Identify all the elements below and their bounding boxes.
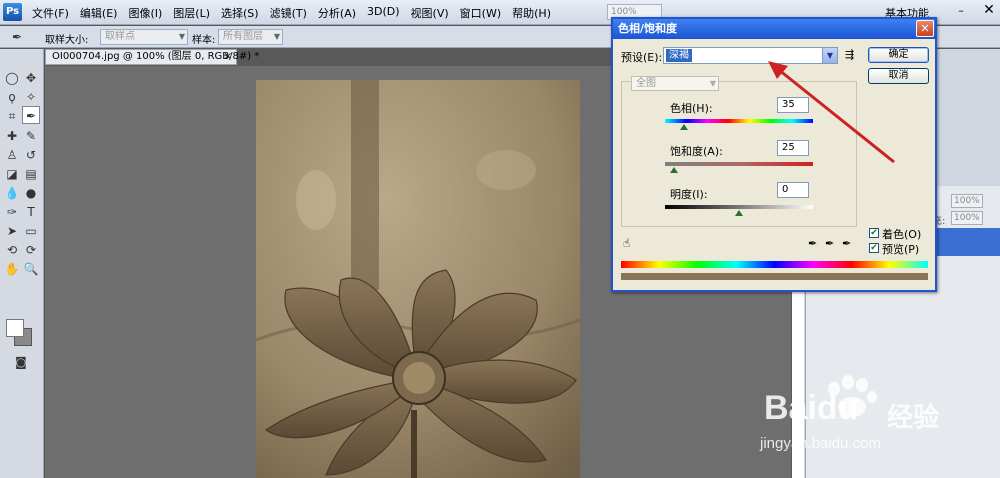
sample-select[interactable]: 所有图层 ▼ <box>218 29 283 45</box>
dialog-titlebar[interactable]: 色相/饱和度 ✕ <box>613 19 935 39</box>
channel-value: 全图 <box>636 78 656 89</box>
magic-wand-tool-icon[interactable]: ✧ <box>22 88 40 106</box>
foreground-color-swatch[interactable] <box>6 319 24 337</box>
close-dialog-icon[interactable]: ✕ <box>916 20 934 37</box>
eyedropper-tool-preset-icon[interactable]: ✒ <box>8 28 26 46</box>
photoshop-logo: Ps <box>3 3 22 21</box>
eyedropper-minus-icon[interactable]: ✒ <box>842 237 851 250</box>
crop-tool-icon[interactable]: ⌗ <box>3 107 21 125</box>
saturation-slider-thumb[interactable] <box>670 167 679 173</box>
gradient-tool-icon[interactable]: ▤ <box>22 165 40 183</box>
lasso-tool-icon[interactable]: ϙ <box>3 88 21 106</box>
lightness-slider-track[interactable] <box>665 205 813 209</box>
result-color-bar <box>621 273 928 280</box>
sample-label: 样本: <box>192 35 216 46</box>
hue-slider-thumb[interactable] <box>680 124 689 130</box>
eyedropper-plus-icon[interactable]: ✒ <box>825 237 834 250</box>
sepia-flower-photo <box>256 80 580 478</box>
menu-file[interactable]: 文件(F) <box>32 5 69 21</box>
menu-3d[interactable]: 3D(D) <box>367 5 400 21</box>
baidu-watermark: Baidu 经验 jingyan.baidu.com <box>752 367 992 467</box>
channel-select[interactable]: 全图 ▼ <box>631 76 719 91</box>
menu-layer[interactable]: 图层(L) <box>173 5 210 21</box>
document-tab[interactable]: OI000704.jpg @ 100% (图层 0, RGB/8#) * × <box>45 49 259 65</box>
menu-help[interactable]: 帮助(H) <box>512 5 551 21</box>
chevron-down-icon: ▼ <box>273 32 280 41</box>
blur-tool-icon[interactable]: 💧 <box>3 184 21 202</box>
eraser-tool-icon[interactable]: ◪ <box>3 165 21 183</box>
hue-label: 色相(H): <box>670 102 713 115</box>
clone-stamp-tool-icon[interactable]: ♙ <box>3 146 21 164</box>
shape-tool-icon[interactable]: ▭ <box>22 222 40 240</box>
saturation-label: 饱和度(A): <box>670 145 723 158</box>
eyedropper-tool-icon[interactable]: ✒ <box>22 106 40 124</box>
minimize-icon[interactable]: – <box>952 4 970 18</box>
chevron-down-icon: ▼ <box>709 79 716 88</box>
sample-value: 所有图层 <box>223 31 263 42</box>
chevron-down-icon: ▼ <box>178 32 185 41</box>
colorize-checkbox[interactable]: ✔ <box>869 228 879 238</box>
3d-rotate-tool-icon[interactable]: ⟲ <box>3 241 21 259</box>
3d-orbit-tool-icon[interactable]: ⟳ <box>22 241 40 259</box>
menu-filter[interactable]: 滤镜(T) <box>270 5 307 21</box>
preset-value: 深褐 <box>666 49 692 62</box>
arrow-shaft <box>773 64 895 164</box>
fill-field[interactable]: 100% <box>951 211 983 225</box>
lightness-slider-thumb[interactable] <box>735 210 743 216</box>
menu-edit[interactable]: 编辑(E) <box>80 5 118 21</box>
marquee-tool-icon[interactable]: ◯ <box>3 69 21 87</box>
sample-size-value: 取样点 <box>105 31 135 42</box>
watermark-url: jingyan.baidu.com <box>760 435 881 452</box>
zoom-tool-icon[interactable]: 🔍 <box>22 260 40 278</box>
menu-image[interactable]: 图像(I) <box>128 5 162 21</box>
flower-illustration <box>256 80 580 478</box>
toolbox: ◯ ✥ ϙ ✧ ⌗ ✒ ✚ ✎ ♙ ↺ ◪ ▤ 💧 ● ✑ T ➤ ▭ ⟲ ⟳ … <box>0 49 44 478</box>
sample-size-label: 取样大小: <box>45 35 89 46</box>
close-document-icon[interactable]: × <box>224 50 232 64</box>
quick-mask-icon[interactable]: ◙ <box>12 353 30 371</box>
close-app-icon[interactable]: ✕ <box>980 2 998 18</box>
menu-select[interactable]: 选择(S) <box>221 5 259 21</box>
dialog-title: 色相/饱和度 <box>618 22 678 35</box>
target-adjust-icon[interactable]: ☝ <box>623 236 630 250</box>
sample-size-select[interactable]: 取样点 ▼ <box>100 29 188 45</box>
preview-checkbox[interactable]: ✔ <box>869 243 879 253</box>
pen-tool-icon[interactable]: ✑ <box>3 203 21 221</box>
lightness-label: 明度(I): <box>670 188 708 201</box>
brush-tool-icon[interactable]: ✎ <box>22 127 40 145</box>
menu-view[interactable]: 视图(V) <box>411 5 449 21</box>
path-selection-tool-icon[interactable]: ➤ <box>3 222 21 240</box>
healing-brush-tool-icon[interactable]: ✚ <box>3 127 21 145</box>
type-tool-icon[interactable]: T <box>22 203 40 221</box>
watermark-brand: Baidu <box>764 389 859 427</box>
watermark-brand-cn: 经验 <box>887 403 940 433</box>
main-menus: 文件(F) 编辑(E) 图像(I) 图层(L) 选择(S) 滤镜(T) 分析(A… <box>32 5 562 21</box>
source-color-bar <box>621 261 928 268</box>
menu-window[interactable]: 窗口(W) <box>460 5 501 21</box>
hand-tool-icon[interactable]: ✋ <box>3 260 21 278</box>
move-tool-icon[interactable]: ✥ <box>22 69 40 87</box>
history-brush-tool-icon[interactable]: ↺ <box>22 146 40 164</box>
colorize-label: 着色(O) <box>882 228 922 241</box>
lightness-input[interactable]: 0 <box>777 182 809 198</box>
dodge-tool-icon[interactable]: ● <box>22 184 40 202</box>
preview-label: 预览(P) <box>882 243 920 256</box>
eyedropper-icon[interactable]: ✒ <box>808 237 817 250</box>
annotation-arrow <box>768 61 895 164</box>
menu-analysis[interactable]: 分析(A) <box>318 5 356 21</box>
opacity-field[interactable]: 100% <box>951 194 983 208</box>
preset-label: 预设(E): <box>621 51 663 64</box>
